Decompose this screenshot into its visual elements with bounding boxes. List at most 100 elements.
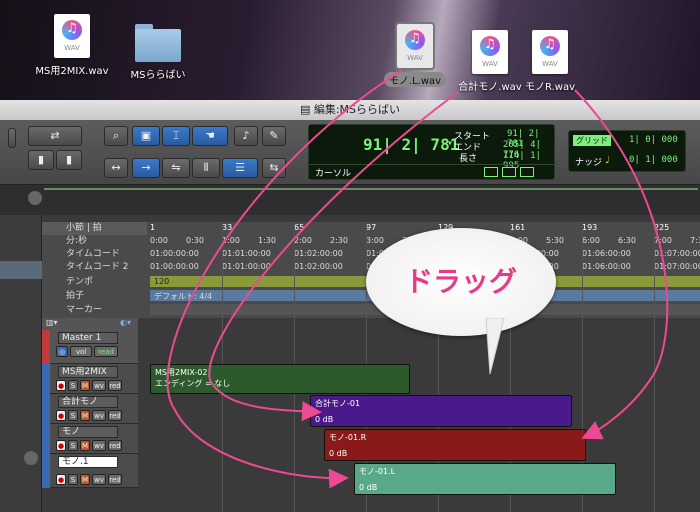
main-counter-value[interactable]: 91| 2| 781 (363, 135, 459, 154)
ruler-label-timecode2[interactable]: タイムコード 2 (42, 261, 147, 274)
grabber-tool-icon[interactable]: ☚ (192, 126, 228, 146)
solo-button[interactable]: S (68, 380, 78, 391)
callout-tail (485, 318, 505, 375)
folder-icon-msrarabai[interactable]: MSららばい (113, 24, 203, 81)
mute-button[interactable]: M (80, 474, 90, 485)
clip-gain[interactable]: 0 dB (329, 449, 347, 458)
mute-button[interactable]: M (80, 410, 90, 421)
ruler-label-meter[interactable]: 拍子 (42, 290, 147, 303)
zoom-waveform-button[interactable]: ⇄ (28, 126, 82, 146)
track-name[interactable]: モノ.1 (58, 456, 118, 468)
track-color (42, 330, 50, 364)
link-icon[interactable] (502, 167, 516, 177)
track-name[interactable]: モノ (58, 426, 118, 438)
loop-icon[interactable] (484, 167, 498, 177)
selector-tool-icon[interactable]: ⌶ (162, 126, 190, 146)
nudge-label[interactable]: ナッジ (575, 155, 602, 168)
folder-icon (135, 24, 181, 62)
clip-ms2mix[interactable]: MS用2MIX-02 エンディング = なし (150, 364, 410, 394)
grid-value[interactable]: 1| 0| 000 (629, 135, 678, 145)
track-master[interactable]: Master 1 ◎ vol read (42, 330, 138, 364)
mirror-icon[interactable]: ⇋ (162, 158, 190, 178)
length-label: 長さ (459, 154, 478, 164)
link-track-icon[interactable]: ⇆ (262, 158, 286, 178)
solo-button[interactable]: S (68, 474, 78, 485)
bar-tick-label: 97 (366, 223, 377, 232)
clip-gain[interactable]: 0 dB (315, 415, 333, 424)
view-selector[interactable]: vol (70, 346, 92, 357)
collapse-icon[interactable] (28, 191, 42, 205)
clip-name: モノ-01.L (359, 467, 396, 476)
solo-button[interactable]: S (68, 440, 78, 451)
view-selector[interactable]: wv (92, 440, 106, 451)
nudge-value[interactable]: 0| 1| 000 (629, 155, 678, 165)
track-mono[interactable]: モノ ● S M wv red (42, 424, 138, 454)
link-icon[interactable]: ↔ (104, 158, 128, 178)
speaker-icon[interactable]: ♪ (234, 126, 258, 146)
tab-to-transient-icon[interactable]: → (132, 158, 160, 178)
collapse-icon[interactable] (24, 451, 38, 465)
clip-mono-l[interactable]: モノ-01.L 0 dB (354, 463, 616, 495)
panel-selected-row[interactable] (0, 261, 42, 279)
record-button[interactable]: ● (56, 474, 66, 485)
solo-button[interactable]: S (68, 410, 78, 421)
ruler-label-timecode[interactable]: タイムコード (42, 248, 147, 261)
timecode2-tick-label: 01:07:00:00 (654, 262, 700, 271)
view-selector[interactable]: wv (92, 410, 106, 421)
automation-mode[interactable]: read (94, 346, 118, 357)
automation-mode[interactable]: red (108, 410, 122, 421)
minsec-tick-label: 1:30 (258, 236, 276, 245)
track-color (42, 364, 50, 394)
automation-mode[interactable]: red (108, 440, 122, 451)
minsec-tick-label: 5:30 (546, 236, 564, 245)
automation-mode[interactable]: red (108, 380, 122, 391)
dropdown-arrow-icon[interactable]: ▾ (447, 138, 453, 149)
ruler-label-marker[interactable]: マーカー (42, 304, 147, 317)
track-name[interactable]: 合計モノ (58, 396, 118, 408)
timecode-tick-label: 01:02:00:00 (294, 249, 343, 258)
mute-button[interactable]: M (80, 440, 90, 451)
track-mono-1[interactable]: モノ.1 ● S M wv red (42, 454, 138, 488)
automation-mode[interactable]: red (108, 474, 122, 485)
mute-button[interactable]: M (80, 380, 90, 391)
file-icon-ms2mix[interactable]: WAV MS用2MIX.wav (27, 14, 117, 77)
timecode-tick-label: 01:06:00:00 (582, 249, 631, 258)
folder-label: MSららばい (130, 70, 186, 81)
keyboard-focus-icon[interactable]: ☰ (222, 158, 258, 178)
track-name[interactable]: Master 1 (58, 332, 118, 344)
track-gokei-mono[interactable]: 合計モノ ● S M wv red (42, 394, 138, 424)
clip-name: モノ-01.R (329, 433, 367, 442)
timecode2-tick-label: 01:00:00:00 (150, 262, 199, 271)
record-button[interactable]: ● (56, 440, 66, 451)
clip-mono-r[interactable]: モノ-01.R 0 dB (324, 429, 586, 461)
view-selector[interactable]: wv (92, 474, 106, 485)
timecode-tick-label: 01:01:00:00 (222, 249, 271, 258)
drag-callout: ドラッグ (366, 228, 556, 336)
minsec-tick-label: 0:30 (186, 236, 204, 245)
clip-gain[interactable]: 0 dB (359, 483, 377, 492)
track-ms2mix[interactable]: MS用2MIX ● S M wv red (42, 364, 138, 394)
record-button[interactable]: ● (56, 380, 66, 391)
clip-gokei-mono[interactable]: 合計モノ-01 0 dB (310, 395, 572, 427)
grid-line (654, 222, 655, 512)
ruler-label-minsec[interactable]: 分:秒 (42, 235, 147, 248)
tool-button[interactable]: ▮ (28, 150, 54, 170)
tracks-icon[interactable]: ▥▾ (46, 318, 58, 327)
track-options-icon[interactable]: ◐▾ (120, 318, 131, 327)
clip-subtext: エンディング = なし (155, 379, 231, 388)
grid-lines-icon[interactable]: ⫴ (192, 158, 220, 178)
record-button[interactable]: ● (56, 410, 66, 421)
ruler-label-bars[interactable]: 小節 | 拍 (42, 222, 147, 235)
preroll-icon[interactable] (520, 167, 534, 177)
tool-button[interactable]: ▮ (56, 150, 82, 170)
wav-file-icon: WAV (532, 30, 568, 74)
pencil-icon[interactable]: ✎ (262, 126, 286, 146)
track-name[interactable]: MS用2MIX (58, 366, 118, 378)
grid-label[interactable]: グリッド (573, 135, 611, 146)
ruler-label-tempo[interactable]: テンポ (42, 276, 147, 289)
file-label: モノ.L.wav (383, 72, 447, 87)
file-icon-mono-r[interactable]: WAV モノR.wav (505, 30, 595, 93)
trim-tool-icon[interactable]: ▣ (132, 126, 160, 146)
zoom-icon[interactable]: ⌕ (104, 126, 128, 146)
view-selector[interactable]: wv (92, 380, 106, 391)
